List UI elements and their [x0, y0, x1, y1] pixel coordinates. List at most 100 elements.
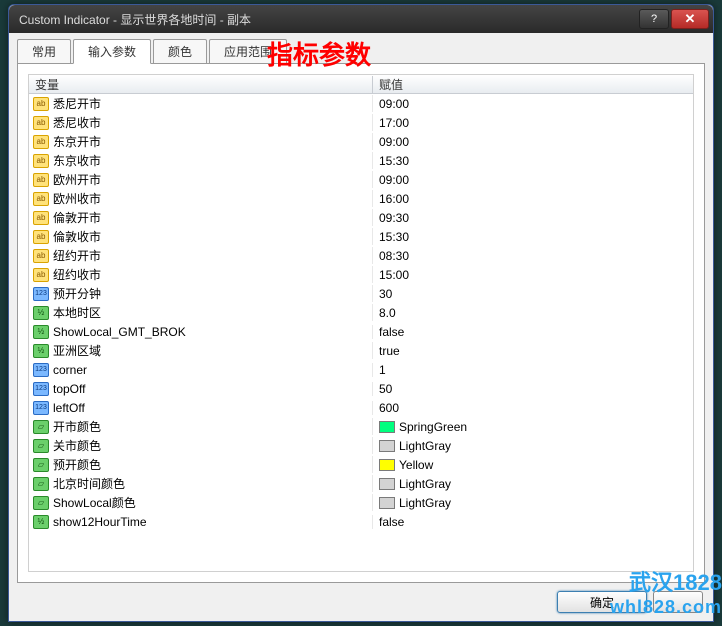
cell-value[interactable]: 17:00: [373, 116, 693, 130]
table-row[interactable]: ½本地时区8.0: [29, 303, 693, 322]
header-variable[interactable]: 变量: [29, 76, 373, 93]
color-icon: ▱: [33, 477, 49, 491]
param-name: show12HourTime: [53, 515, 147, 529]
param-name: 关市颜色: [53, 437, 101, 454]
window-title: Custom Indicator - 显示世界各地时间 - 副本: [19, 11, 637, 28]
dialog-footer: 确定: [17, 583, 705, 613]
table-row[interactable]: ▱预开颜色 Yellow: [29, 455, 693, 474]
cell-variable: ab悉尼开市: [29, 95, 373, 112]
table-row[interactable]: 123预开分钟 30: [29, 284, 693, 303]
table-row[interactable]: ab东京开市09:00: [29, 132, 693, 151]
cell-value[interactable]: false: [373, 325, 693, 339]
table-row[interactable]: ab东京收市15:30: [29, 151, 693, 170]
cell-variable: 123topOff: [29, 382, 373, 396]
table-row[interactable]: ▱开市颜色 SpringGreen: [29, 417, 693, 436]
param-value: 08:30: [379, 249, 409, 263]
cell-value[interactable]: 600: [373, 401, 693, 415]
cell-variable: ab纽约开市: [29, 247, 373, 264]
table-row[interactable]: ab欧州收市16:00: [29, 189, 693, 208]
table-row[interactable]: 123topOff 50: [29, 379, 693, 398]
tab-common[interactable]: 常用: [17, 39, 71, 64]
color-swatch: [379, 497, 395, 509]
cell-value[interactable]: false: [373, 515, 693, 529]
tab-inputs[interactable]: 输入参数: [73, 39, 151, 64]
cell-value[interactable]: SpringGreen: [373, 420, 693, 434]
color-icon: ▱: [33, 458, 49, 472]
cell-value[interactable]: 30: [373, 287, 693, 301]
cell-value[interactable]: 08:30: [373, 249, 693, 263]
cell-value[interactable]: 09:00: [373, 173, 693, 187]
param-name: corner: [53, 363, 87, 377]
table-row[interactable]: ab倫敦开市09:30: [29, 208, 693, 227]
table-row[interactable]: ab悉尼收市17:00: [29, 113, 693, 132]
table-row[interactable]: ab纽约开市 08:30: [29, 246, 693, 265]
table-row[interactable]: ab悉尼开市 09:00: [29, 94, 693, 113]
param-value: 15:30: [379, 230, 409, 244]
table-row[interactable]: ab倫敦收市 15:30: [29, 227, 693, 246]
cell-value[interactable]: 16:00: [373, 192, 693, 206]
help-button[interactable]: ?: [639, 9, 669, 29]
table-row[interactable]: ab纽约收市15:00: [29, 265, 693, 284]
string-icon: ab: [33, 154, 49, 168]
param-value: false: [379, 515, 404, 529]
table-row[interactable]: 123leftOff600: [29, 398, 693, 417]
cell-value[interactable]: 15:00: [373, 268, 693, 282]
cell-value[interactable]: 09:00: [373, 97, 693, 111]
param-value: 09:00: [379, 97, 409, 111]
table-row[interactable]: 123corner 1: [29, 360, 693, 379]
cell-value[interactable]: true: [373, 344, 693, 358]
cell-value[interactable]: 15:30: [373, 154, 693, 168]
tab-colors[interactable]: 颜色: [153, 39, 207, 64]
table-row[interactable]: ½ShowLocal_GMT_BROKfalse: [29, 322, 693, 341]
param-value: false: [379, 325, 404, 339]
cell-variable: ½本地时区: [29, 304, 373, 321]
cell-value[interactable]: 09:30: [373, 211, 693, 225]
cell-value[interactable]: LightGray: [373, 439, 693, 453]
param-value: SpringGreen: [399, 420, 467, 434]
cell-variable: ▱开市颜色: [29, 418, 373, 435]
param-value: Yellow: [399, 458, 433, 472]
cell-value[interactable]: 15:30: [373, 230, 693, 244]
param-value: LightGray: [399, 477, 451, 491]
header-value[interactable]: 赋值: [373, 76, 693, 93]
cell-variable: 123预开分钟: [29, 285, 373, 302]
cell-variable: ▱预开颜色: [29, 456, 373, 473]
ok-button[interactable]: 确定: [557, 591, 647, 613]
string-icon: ab: [33, 249, 49, 263]
table-row[interactable]: ab欧州开市09:00: [29, 170, 693, 189]
grid-body: ab悉尼开市 09:00 ab悉尼收市17:00 ab 东京开市 09:00 ab东京收市1…: [29, 94, 693, 531]
cell-variable: ▱北京时间颜色: [29, 475, 373, 492]
cell-variable: 123corner: [29, 363, 373, 377]
param-name: 欧州收市: [53, 190, 101, 207]
parameter-grid[interactable]: 变量 赋值 ab悉尼开市09:00ab悉尼收市17:00ab东京开市09:00a…: [28, 74, 694, 572]
table-row[interactable]: ▱ShowLocal颜色LightGray: [29, 493, 693, 512]
close-button[interactable]: ✕: [671, 9, 709, 29]
color-icon: ▱: [33, 496, 49, 510]
param-name: 东京开市: [53, 133, 101, 150]
cell-value[interactable]: LightGray: [373, 477, 693, 491]
cell-variable: ab倫敦收市: [29, 228, 373, 245]
cell-variable: 123leftOff: [29, 401, 373, 415]
table-row[interactable]: ½亚洲区域true: [29, 341, 693, 360]
param-name: 本地时区: [53, 304, 101, 321]
color-swatch: [379, 440, 395, 452]
param-value: 30: [379, 287, 392, 301]
cell-value[interactable]: Yellow: [373, 458, 693, 472]
titlebar[interactable]: Custom Indicator - 显示世界各地时间 - 副本 ? ✕: [9, 5, 713, 33]
cell-value[interactable]: 09:00: [373, 135, 693, 149]
table-row[interactable]: ▱北京时间颜色 LightGray: [29, 474, 693, 493]
secondary-button[interactable]: [653, 591, 703, 613]
table-row[interactable]: ▱关市颜色LightGray: [29, 436, 693, 455]
param-value: 50: [379, 382, 392, 396]
table-row[interactable]: ½show12HourTimefalse: [29, 512, 693, 531]
param-value: 1: [379, 363, 386, 377]
integer-icon: 123: [33, 287, 49, 301]
cell-value[interactable]: 1: [373, 363, 693, 377]
cell-value[interactable]: 8.0: [373, 306, 693, 320]
tab-strip: 常用 输入参数 颜色 应用范围 指标参数: [17, 39, 705, 64]
cell-value[interactable]: LightGray: [373, 496, 693, 510]
param-value: 15:00: [379, 268, 409, 282]
param-name: topOff: [53, 382, 85, 396]
cell-variable: ab倫敦开市: [29, 209, 373, 226]
cell-value[interactable]: 50: [373, 382, 693, 396]
